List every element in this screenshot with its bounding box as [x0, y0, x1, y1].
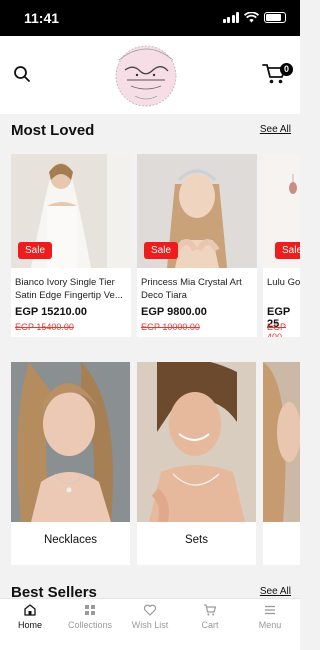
menu-icon — [265, 605, 275, 615]
nav-menu[interactable]: Menu — [240, 599, 300, 650]
brand-logo[interactable] — [113, 40, 179, 110]
category-card[interactable] — [263, 362, 300, 565]
product-name: Lulu Go Weddin — [267, 277, 300, 288]
status-time: 11:41 — [24, 10, 60, 26]
nav-label: Collections — [67, 620, 113, 630]
nav-cart[interactable]: Cart — [180, 599, 240, 650]
product-old-price: EGP 400 — [267, 322, 287, 337]
battery-icon — [264, 12, 286, 23]
see-all-link[interactable]: See All — [260, 586, 291, 597]
product-old-price: EGP 10000.00 — [141, 322, 200, 332]
nav-label: Cart — [201, 620, 219, 630]
cart-icon — [204, 604, 217, 616]
bottom-nav: Home Collections Wish List Cart Menu — [0, 598, 300, 650]
wifi-icon — [244, 12, 259, 23]
sale-badge: Sale — [275, 242, 300, 259]
sale-badge: Sale — [144, 242, 179, 259]
nav-wish-list[interactable]: Wish List — [120, 599, 180, 650]
see-all-link[interactable]: See All — [260, 124, 291, 135]
best-sellers-header: Best Sellers See All — [11, 584, 291, 598]
app-header: 0 — [0, 36, 300, 114]
section-title: Best Sellers — [11, 584, 97, 598]
category-label: Sets — [184, 534, 208, 546]
category-image — [263, 362, 300, 522]
product-card[interactable]: Sale Bianco Ivory Single Tier Satin Edge… — [11, 154, 131, 337]
product-card[interactable]: Sale Princess Mia Crystal Art Deco Tiara… — [137, 154, 257, 337]
section-title: Most Loved — [11, 122, 95, 139]
grid-icon — [85, 605, 95, 615]
search-icon[interactable] — [12, 64, 32, 84]
product-price: EGP 9800.00 — [141, 306, 207, 318]
product-name: Princess Mia Crystal Art Deco Tiara — [141, 277, 242, 301]
product-price: EGP 15210.00 — [15, 306, 87, 318]
heart-icon — [143, 604, 157, 616]
status-bar: 11:41 — [0, 0, 300, 36]
cart-count-badge: 0 — [280, 63, 293, 76]
category-image — [11, 362, 130, 522]
product-old-price: EGP 15400.00 — [15, 322, 74, 332]
nav-collections[interactable]: Collections — [60, 599, 120, 650]
nav-label: Menu — [258, 620, 282, 630]
most-loved-header: Most Loved See All — [11, 122, 291, 142]
product-card[interactable]: Sale Lulu Go Weddin EGP 25 EGP 400 — [263, 154, 300, 337]
nav-label: Wish List — [131, 620, 169, 630]
cellular-signal-icon — [222, 12, 239, 23]
status-icons — [222, 12, 286, 23]
sale-badge: Sale — [18, 242, 53, 259]
product-name: Bianco Ivory Single Tier Satin Edge Fing… — [15, 277, 123, 301]
category-label: Necklaces — [43, 534, 98, 546]
nav-home[interactable]: Home — [0, 599, 60, 650]
home-icon — [24, 604, 36, 616]
category-card-necklaces[interactable]: Necklaces — [11, 362, 130, 565]
category-card-sets[interactable]: Sets — [137, 362, 256, 565]
nav-label: Home — [17, 620, 42, 630]
category-image — [137, 362, 256, 522]
